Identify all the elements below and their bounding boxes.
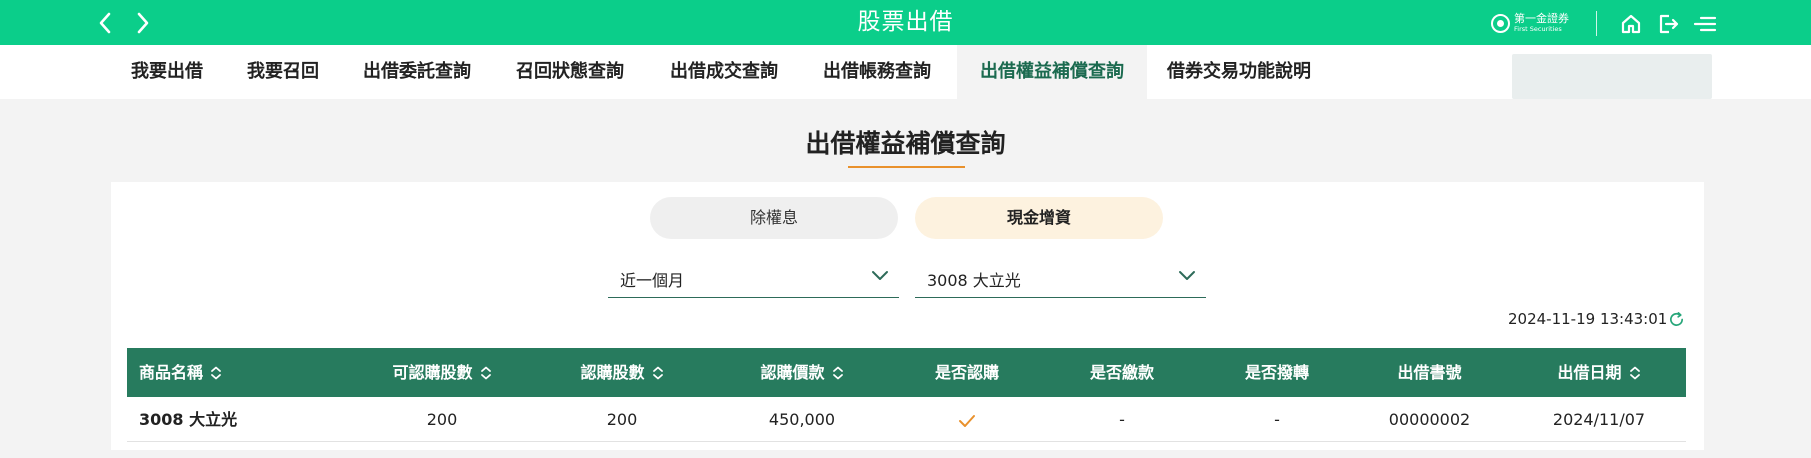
brand-logo: 第一金證券 First Securities [1491, 10, 1601, 36]
column-header-subscribed: 是否認購 [934, 363, 999, 382]
sort-icon[interactable] [652, 366, 664, 380]
table-header: 商品名稱 可認購股數 認購股數 認購價款 是否認購 是否繳款 是否撥轉 出借書號… [127, 348, 1686, 397]
tab-bar: 我要出借 我要召回 出借委託查詢 召回狀態查詢 出借成交查詢 出借帳務查詢 出借… [0, 45, 1811, 99]
column-header-label: 認購股數 [580, 363, 645, 382]
column-header-label: 出借日期 [1557, 363, 1622, 382]
checkmark-icon [959, 414, 975, 427]
tab-function-guide[interactable]: 借券交易功能說明 [1167, 45, 1311, 99]
top-bar: 股票出借 第一金證券 First Securities [0, 0, 1811, 45]
sort-icon[interactable] [1629, 366, 1641, 380]
column-header-subscribable-shares: 可認購股數 [347, 348, 537, 397]
brand-name-en: First Securities [1514, 25, 1562, 34]
period-select[interactable]: 近一個月 [608, 259, 899, 298]
tab-bar-banner [1512, 54, 1712, 99]
cell-subscribed [897, 397, 1037, 442]
menu-icon[interactable] [1691, 10, 1719, 38]
chevron-down-icon [1179, 271, 1195, 280]
column-header-subscription-amount: 認購價款 [707, 348, 897, 397]
stock-select[interactable]: 3008 大立光 [915, 259, 1206, 298]
column-header-lending-date: 出借日期 [1512, 348, 1686, 397]
cell-subscription-amount: 450,000 [768, 410, 836, 429]
table-row: 3008 大立光 200 200 450,000 - - 00000002 20… [127, 397, 1686, 442]
cell-lending-number: 00000002 [1388, 410, 1471, 429]
sort-icon[interactable] [832, 366, 844, 380]
segment-ex-rights[interactable]: 除權息 [650, 197, 898, 239]
tab-lend[interactable]: 我要出借 [131, 45, 203, 99]
tab-lend-order-query[interactable]: 出借委託查詢 [363, 45, 471, 99]
brand-name-cn: 第一金證券 [1514, 12, 1569, 26]
tab-recall[interactable]: 我要召回 [247, 45, 319, 99]
segment-cash-capital-increase[interactable]: 現金增資 [915, 197, 1163, 239]
column-header-lending-number: 出借書號 [1397, 363, 1462, 382]
title-underline [848, 166, 965, 168]
refresh-icon[interactable] [1668, 311, 1685, 328]
cell-lending-date: 2024/11/07 [1552, 410, 1646, 429]
column-header-transferred: 是否撥轉 [1244, 363, 1309, 382]
tab-rights-compensation-query[interactable]: 出借權益補償查詢 [957, 45, 1147, 99]
cell-subscribed-shares: 200 [606, 410, 638, 429]
home-icon[interactable] [1617, 10, 1645, 38]
cell-product-name: 3008 大立光 [139, 410, 238, 429]
column-header-label: 認購價款 [760, 363, 825, 382]
brand-circle-icon [1491, 13, 1510, 33]
last-updated-timestamp: 2024-11-19 13:43:01 [1508, 310, 1668, 328]
top-divider [1596, 11, 1597, 36]
column-header-subscribed-shares: 認購股數 [537, 348, 707, 397]
stock-select-value: 3008 大立光 [927, 271, 1021, 290]
tab-lend-deal-query[interactable]: 出借成交查詢 [670, 45, 778, 99]
chevron-down-icon [872, 271, 888, 280]
sort-icon[interactable] [210, 366, 222, 380]
tab-recall-status-query[interactable]: 召回狀態查詢 [516, 45, 624, 99]
period-select-value: 近一個月 [620, 271, 685, 290]
cell-transferred: - [1274, 410, 1280, 429]
page-title: 出借權益補償查詢 [805, 129, 1006, 158]
column-header-product-name: 商品名稱 [139, 348, 222, 397]
tab-lend-account-query[interactable]: 出借帳務查詢 [823, 45, 931, 99]
column-header-label: 可認購股數 [392, 363, 473, 382]
logout-icon[interactable] [1654, 10, 1682, 38]
sort-icon[interactable] [480, 366, 492, 380]
column-header-label: 商品名稱 [139, 363, 204, 382]
cell-paid: - [1119, 410, 1125, 429]
column-header-paid: 是否繳款 [1089, 363, 1154, 382]
cell-subscribable-shares: 200 [426, 410, 458, 429]
